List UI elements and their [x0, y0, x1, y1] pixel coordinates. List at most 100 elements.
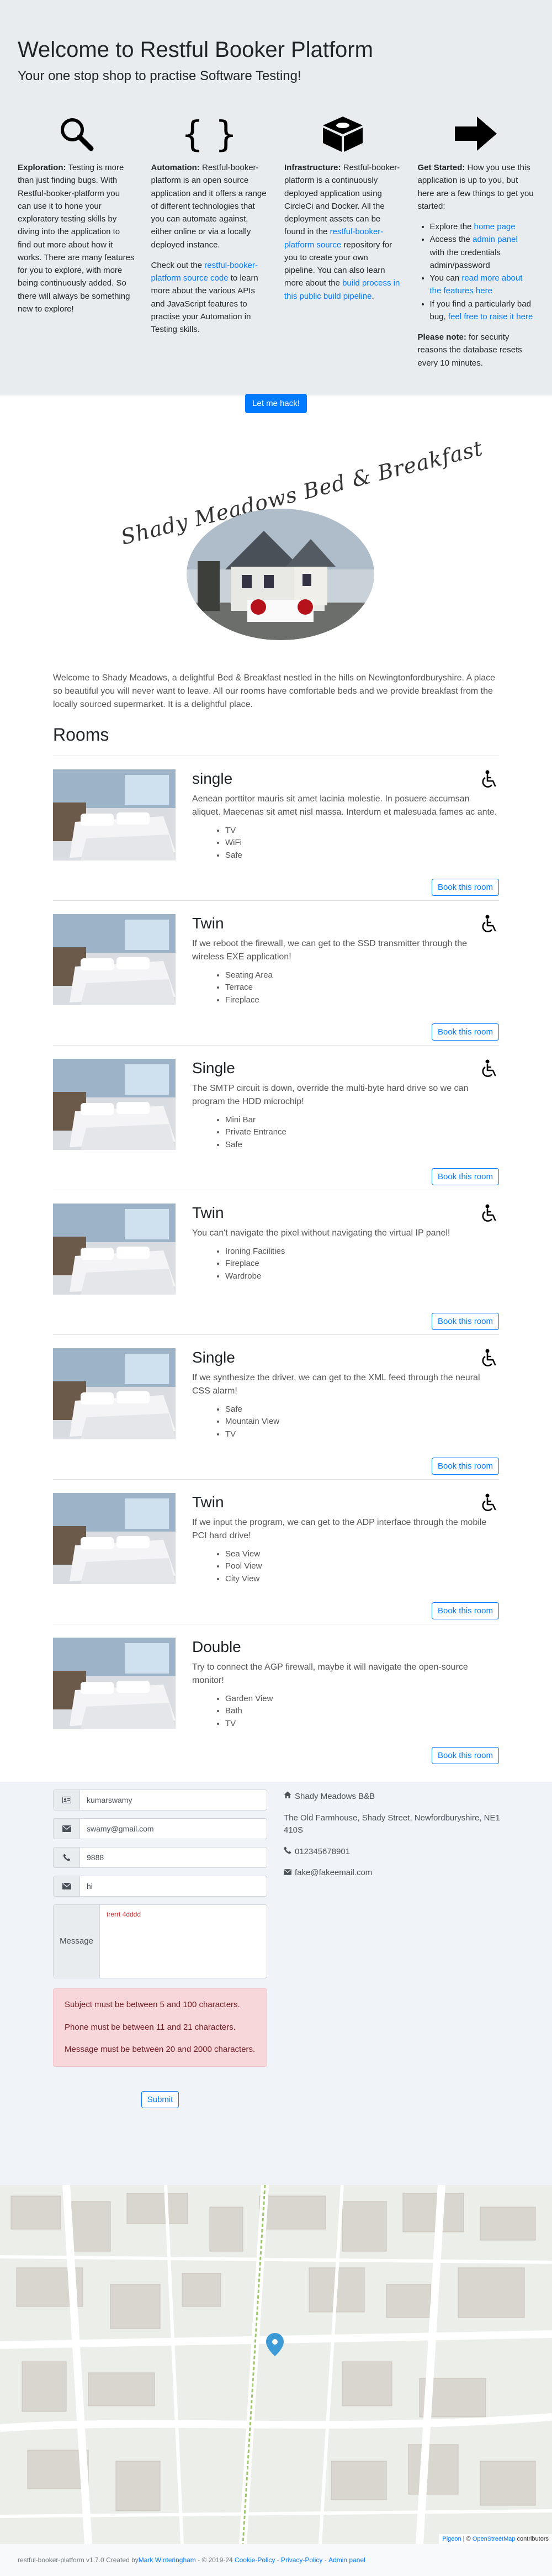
subject-field[interactable]: hi — [53, 1876, 267, 1897]
room-feature: Seating Area — [225, 969, 499, 982]
room-description: If we synthesize the driver, we can get … — [192, 1373, 480, 1396]
message-field[interactable]: Message trerrt 4dddd — [53, 1904, 267, 1978]
subject-input[interactable]: hi — [80, 1876, 267, 1896]
phone-input[interactable]: 9888 — [80, 1847, 267, 1867]
room-feature: TV — [225, 1428, 499, 1441]
privacy-policy-link[interactable]: Privacy-Policy — [281, 2555, 322, 2565]
wheelchair-icon — [479, 769, 499, 789]
list-item: Explore the home page — [430, 220, 535, 233]
admin-panel-link[interactable]: admin panel — [473, 235, 518, 244]
error-message: Subject must be between 5 and 100 charac… — [65, 2000, 240, 2009]
room-feature: Fireplace — [225, 994, 499, 1007]
room-feature: Safe — [225, 1139, 499, 1152]
submit-button[interactable]: Submit — [141, 2091, 179, 2108]
book-room-button[interactable]: Book this room — [431, 879, 499, 896]
room-name: Single — [192, 1349, 235, 1366]
hero-title: Welcome to Restful Booker Platform — [18, 38, 373, 62]
room-photo — [53, 1493, 176, 1584]
automation-column: { } Automation: Restful-booker-platform … — [151, 112, 268, 377]
envelope-icon — [54, 1819, 80, 1839]
list-item: You can read more about the features her… — [430, 272, 535, 298]
pigeon-link[interactable]: Pigeon — [442, 2536, 461, 2542]
room-photo — [53, 769, 176, 861]
room-feature: Safe — [225, 1403, 499, 1416]
phone-icon — [284, 1846, 291, 1859]
phone-field[interactable]: 9888 — [53, 1847, 267, 1868]
room-card: Twin If we input the program, we can get… — [53, 1479, 499, 1624]
hero-banner: Welcome to Restful Booker Platform Your … — [0, 0, 552, 413]
name-field[interactable]: kumarswamy — [53, 1790, 267, 1810]
contact-form: kumarswamy swamy@gmail.com 9888 hi Messa… — [53, 1790, 267, 2108]
room-description: Try to connect the AGP firewall, maybe i… — [192, 1662, 468, 1685]
room-feature: Wardrobe — [225, 1270, 499, 1283]
book-room-button[interactable]: Book this room — [431, 1458, 499, 1475]
room-feature: Mini Bar — [225, 1114, 499, 1127]
curly-braces-icon: { } — [151, 112, 268, 156]
room-card: Twin You can't navigate the pixel withou… — [53, 1190, 499, 1334]
message-textarea[interactable]: trerrt 4dddd — [100, 1905, 267, 1978]
location-map[interactable]: Pigeon | © OpenStreetMap contributors — [0, 2185, 552, 2544]
home-page-link[interactable]: home page — [474, 222, 516, 231]
room-features: Sea ViewPool ViewCity View — [192, 1548, 499, 1586]
room-feature: Ironing Facilities — [225, 1245, 499, 1258]
book-room-button[interactable]: Book this room — [431, 1313, 499, 1330]
map-canvas[interactable] — [0, 2185, 552, 2544]
room-feature: Pool View — [225, 1560, 499, 1573]
room-description: You can't navigate the pixel without nav… — [192, 1228, 450, 1238]
book-room-button[interactable]: Book this room — [431, 1023, 499, 1041]
room-feature: Garden View — [225, 1693, 499, 1706]
room-name: Twin — [192, 915, 224, 932]
room-feature: Private Entrance — [225, 1126, 499, 1139]
room-description: Aenean porttitor mauris sit amet lacinia… — [192, 794, 497, 817]
room-features: TVWiFiSafe — [192, 825, 499, 862]
book-room-button[interactable]: Book this room — [431, 1168, 499, 1185]
name-input[interactable]: kumarswamy — [80, 1790, 267, 1810]
get-started-column: Get Started: How you use this applicatio… — [418, 112, 535, 377]
room-description: If we reboot the firewall, we can get to… — [192, 938, 468, 962]
email-input[interactable]: swamy@gmail.com — [80, 1819, 267, 1839]
infrastructure-column: Infrastructure: Restful-booker-platform … — [284, 112, 401, 377]
room-feature: City View — [225, 1573, 499, 1586]
room-card: Single The SMTP circuit is down, overrid… — [53, 1045, 499, 1190]
box-icon — [284, 112, 401, 156]
hotel-phone: 012345678901 — [295, 1846, 351, 1856]
room-features: Seating AreaTerraceFireplace — [192, 969, 499, 1007]
room-card: Twin If we reboot the firewall, we can g… — [53, 900, 499, 1045]
room-name: Single — [192, 1059, 235, 1076]
book-room-button[interactable]: Book this room — [431, 1747, 499, 1764]
rooms-heading: Rooms — [53, 725, 109, 745]
room-features: Garden ViewBathTV — [192, 1693, 499, 1730]
admin-panel-link[interactable]: Admin panel — [328, 2555, 365, 2565]
cookie-policy-link[interactable]: Cookie-Policy — [235, 2555, 275, 2565]
wheelchair-icon — [479, 1348, 499, 1368]
hotel-logo: Shady Meadows Bed & Breakfast — [0, 395, 552, 683]
contact-details: Shady Meadows B&B The Old Farmhouse, Sha… — [284, 1791, 505, 1888]
room-name: Twin — [192, 1493, 224, 1511]
author-link[interactable]: Mark Winteringham — [139, 2555, 196, 2565]
phone-icon — [54, 1847, 80, 1867]
room-name: Twin — [192, 1204, 224, 1221]
message-label: Message — [54, 1905, 100, 1978]
room-feature: Safe — [225, 849, 499, 862]
room-description: The SMTP circuit is down, override the m… — [192, 1083, 469, 1106]
error-message: Message must be between 20 and 2000 char… — [65, 2045, 256, 2054]
osm-link[interactable]: OpenStreetMap — [473, 2536, 516, 2542]
room-photo — [53, 1638, 176, 1729]
room-photo — [53, 1348, 176, 1439]
magnifier-icon — [18, 112, 135, 156]
room-feature: Bath — [225, 1705, 499, 1718]
wheelchair-icon — [479, 1493, 499, 1513]
book-room-button[interactable]: Book this room — [431, 1602, 499, 1619]
email-field[interactable]: swamy@gmail.com — [53, 1818, 267, 1839]
room-features: SafeMountain ViewTV — [192, 1403, 499, 1441]
arrow-right-icon — [418, 112, 535, 156]
room-feature: Fireplace — [225, 1258, 499, 1270]
rooms-list: single Aenean porttitor mauris sit amet … — [0, 756, 552, 1769]
room-features: Ironing FacilitiesFireplaceWardrobe — [192, 1245, 499, 1283]
contact-section: kumarswamy swamy@gmail.com 9888 hi Messa… — [0, 1782, 552, 2185]
hotel-address: The Old Farmhouse, Shady Street, Newford… — [284, 1813, 500, 1835]
map-attribution: Pigeon | © OpenStreetMap contributors — [439, 2533, 552, 2544]
room-card: single Aenean porttitor mauris sit amet … — [53, 756, 499, 900]
room-name: Double — [192, 1638, 241, 1655]
raise-bug-link[interactable]: feel free to raise it here — [448, 312, 533, 321]
